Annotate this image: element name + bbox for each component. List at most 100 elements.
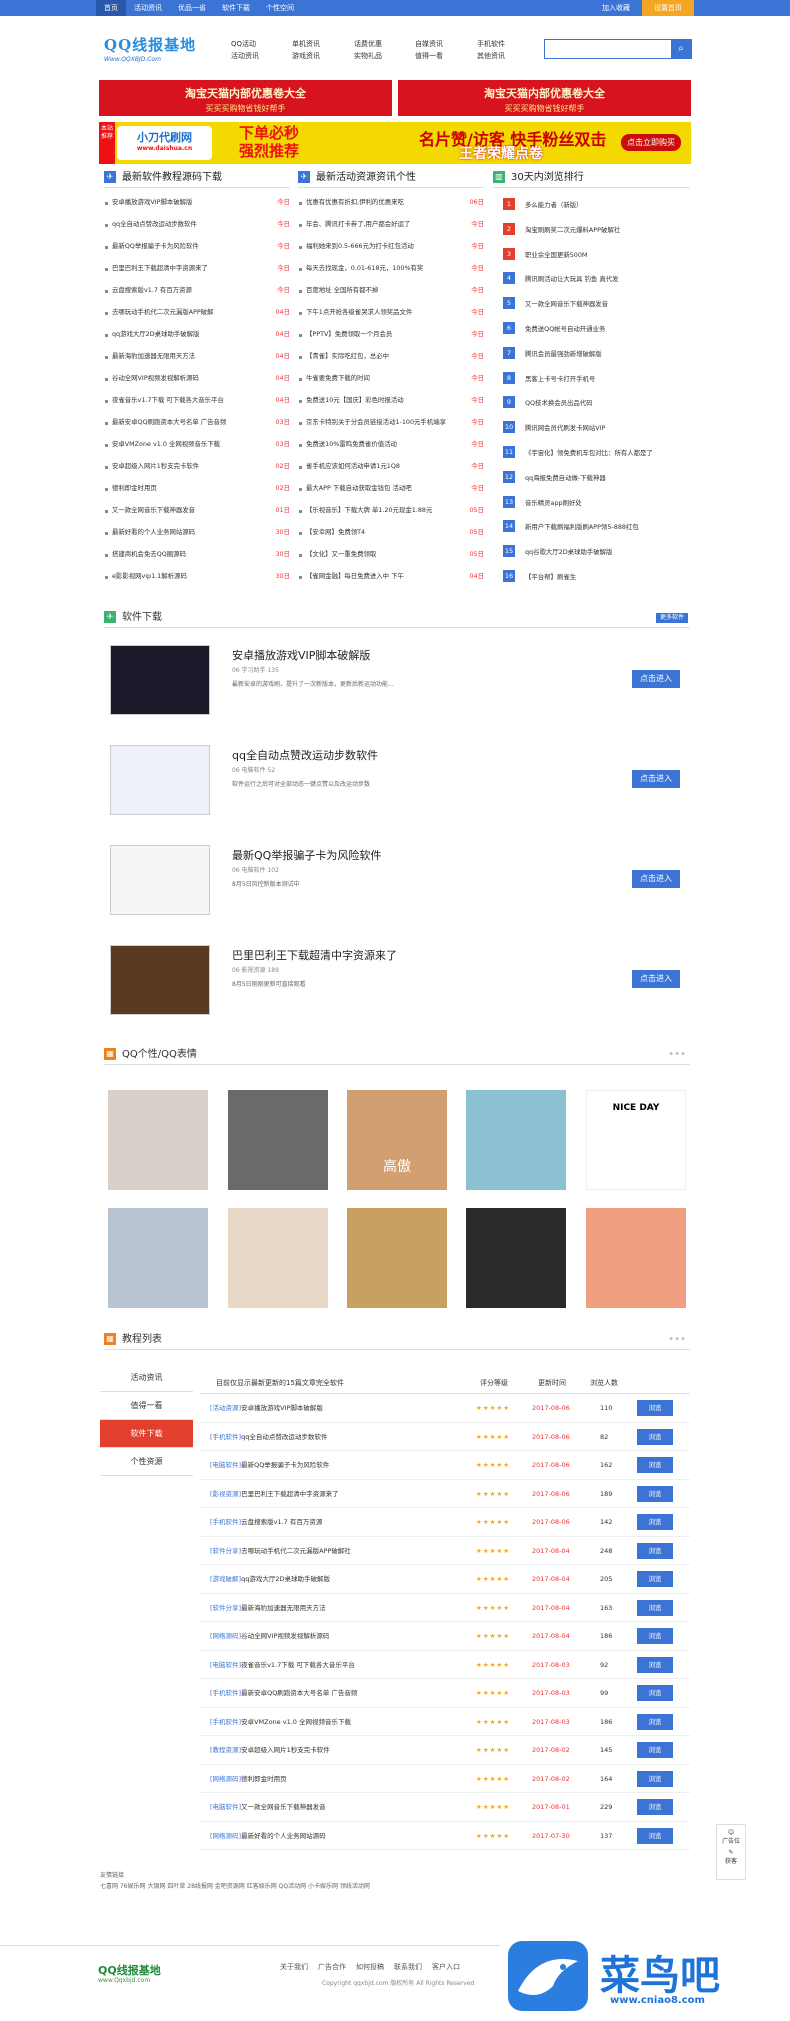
rank-item[interactable]: 2 淘宝刷刷奖二次元爆料APP破解社: [503, 222, 690, 238]
software-title[interactable]: 安卓播放游戏VIP脚本破解版: [232, 647, 370, 663]
list-item[interactable]: 百度地址 全国所有都不掉 今日: [298, 283, 484, 298]
ad-banner[interactable]: 本站推荐 小刀代刷网 www.daishua.cn 下单必秒 强烈推荐 名片赞/访…: [99, 122, 691, 164]
list-item[interactable]: 巴里巴利王下载超清中字资源来了 今日: [104, 261, 290, 276]
item-title[interactable]: 京东卡特别关于分会员链接活动1-100元手机端享: [298, 415, 484, 430]
item-title[interactable]: 黑客上卡号卡打开手机号: [525, 375, 595, 383]
item-title[interactable]: 夜雀音乐v1.7下载 可下载各大音乐平台: [104, 393, 290, 408]
row-category[interactable]: [手机软件]: [210, 1433, 241, 1441]
list-item[interactable]: 【青雀】实际吃红包，总必中 今日: [298, 349, 484, 364]
rank-item[interactable]: 3 职业余全国更新500M: [503, 247, 690, 263]
friend-links-list[interactable]: 七喜网 76娱乐网 大银网 四叶草 28线报网 金吧资源网 红客娱乐网 QQ活动…: [100, 1881, 690, 1892]
item-title[interactable]: 职业余全国更新500M: [525, 251, 587, 259]
row-name[interactable]: 又一款全网音乐下载神器发音: [241, 1803, 326, 1811]
item-title[interactable]: 【PPTV】免费领取一个月会员: [298, 327, 484, 342]
row-name[interactable]: 云盘搜索版v1.7 有百万资源: [241, 1518, 322, 1526]
list-item[interactable]: qq游戏大厅2D桌球助手破解版 04日: [104, 327, 290, 342]
list-item[interactable]: 去哪玩动手机代二次元漏版APP破解 04日: [104, 305, 290, 320]
row-title[interactable]: [手机软件]安卓VMZone v1.0 全网视频音乐下载: [210, 1708, 460, 1737]
avatar-image[interactable]: [586, 1208, 686, 1308]
header-link[interactable]: 值得一看: [415, 50, 443, 62]
item-title[interactable]: 腾讯网会员代刷发卡网站VIP: [525, 424, 605, 432]
row-category[interactable]: [电脑软件]: [210, 1461, 241, 1469]
row-category[interactable]: [电脑软件]: [210, 1661, 241, 1669]
header-link[interactable]: 手机软件: [477, 38, 505, 50]
more-dots-icon[interactable]: •••: [668, 1045, 686, 1065]
header-link[interactable]: 游戏资讯: [292, 50, 320, 62]
item-title[interactable]: 【文化】又一重免费领取: [298, 547, 484, 562]
list-item[interactable]: 安卓播放游戏VIP脚本破解版 今日: [104, 195, 290, 210]
browse-button[interactable]: 浏览: [637, 1742, 673, 1758]
browse-button[interactable]: 浏览: [637, 1599, 673, 1616]
row-title[interactable]: [影视资源]巴里巴利王下载超清中字资源来了: [210, 1480, 460, 1509]
item-title[interactable]: 百度地址 全国所有都不掉: [298, 283, 484, 298]
row-category[interactable]: [影视资源]: [210, 1490, 241, 1498]
browse-button[interactable]: 浏览: [637, 1685, 673, 1701]
more-dots-icon[interactable]: •••: [668, 1330, 686, 1350]
row-title[interactable]: [电脑软件]最新QQ举报骗子卡为风险软件: [210, 1451, 460, 1480]
avatar-image[interactable]: 高傲: [347, 1090, 447, 1190]
software-thumbnail[interactable]: [110, 745, 210, 815]
rank-item[interactable]: 8 黑客上卡号卡打开手机号: [503, 371, 690, 387]
row-name[interactable]: 夜雀音乐v1.7下载 可下载各大音乐平台: [241, 1661, 355, 1669]
rank-item[interactable]: 9 QQ技术换会员出品代码: [503, 396, 690, 411]
item-title[interactable]: 每天去找现金，0.01-618元，100%有奖: [298, 261, 484, 276]
software-title[interactable]: 巴里巴利王下载超清中字资源来了: [232, 947, 397, 963]
item-title[interactable]: 腾讯刷活动让大玩具 钓鱼 真代发: [525, 275, 619, 283]
item-title[interactable]: 免费送10元【国庆】彩色时报活动: [298, 393, 484, 408]
tab-3[interactable]: 个性资源: [100, 1448, 193, 1476]
row-name[interactable]: qq全自动点赞改运动步数软件: [241, 1433, 327, 1441]
rank-item[interactable]: 14 新用户下载刷福利版刷APP领5-888红包: [503, 520, 690, 535]
rank-item[interactable]: 10 腾讯网会员代刷发卡网站VIP: [503, 421, 690, 436]
row-category[interactable]: [手机软件]: [210, 1718, 241, 1726]
list-item[interactable]: 德利即金时用页 02日: [104, 481, 290, 496]
avatar-image[interactable]: [228, 1208, 328, 1308]
item-title[interactable]: 【平台帮】刷雀生: [525, 573, 576, 581]
avatar-image[interactable]: [108, 1208, 208, 1308]
row-title[interactable]: [电脑软件]又一款全网音乐下载神器发音: [210, 1793, 460, 1822]
side-float-panel[interactable]: ☺ 广告位 ✎ 获客: [716, 1824, 746, 1880]
more-software-link[interactable]: 更多软件: [655, 613, 688, 623]
software-thumbnail[interactable]: [110, 645, 210, 715]
browse-button[interactable]: 浏览: [637, 1571, 673, 1587]
buy-now-button[interactable]: 点击立即购买: [621, 134, 681, 151]
item-title[interactable]: qq谷歌大厅2D桌球助手破解版: [525, 548, 612, 556]
list-item[interactable]: 【PPTV】免费领取一个月会员 今日: [298, 327, 484, 342]
row-name[interactable]: qq游戏大厅2D桌球助手破解版: [241, 1575, 330, 1583]
row-title[interactable]: [软件分享]去哪玩动手机代二次元漏版APP破解社: [210, 1537, 460, 1566]
item-title[interactable]: QQ技术换会员出品代码: [525, 399, 593, 407]
item-title[interactable]: 优惠有优惠有折扣,伊利的优惠来吃: [298, 195, 484, 210]
tab-0[interactable]: 活动资讯: [100, 1364, 193, 1392]
item-title[interactable]: 安卓播放游戏VIP脚本破解版: [104, 195, 290, 210]
header-link[interactable]: 单机资讯: [292, 38, 320, 50]
footer-link[interactable]: 联系我们: [394, 1962, 422, 1972]
avatar-image[interactable]: [347, 1208, 447, 1308]
enter-button[interactable]: 点击进入: [632, 970, 680, 988]
row-title[interactable]: [手机软件]云盘搜索版v1.7 有百万资源: [210, 1508, 460, 1537]
software-thumbnail[interactable]: [110, 945, 210, 1015]
row-category[interactable]: [手机软件]: [210, 1689, 241, 1697]
row-title[interactable]: [教程资源]安卓超级入网片1秒支完卡软件: [210, 1736, 460, 1765]
browse-button[interactable]: 浏览: [637, 1799, 673, 1815]
browse-button[interactable]: 浏览: [637, 1428, 673, 1445]
side-ad-label[interactable]: 广告位: [717, 1836, 745, 1845]
item-title[interactable]: 新用户下载刷福利版刷APP领5-888红包: [525, 523, 639, 531]
item-title[interactable]: 【安幸网】免费领T4: [298, 525, 484, 540]
rank-item[interactable]: 5 又一款全网音乐下载神器发音: [503, 297, 690, 312]
item-title[interactable]: 最新好看的个人业务网站源码: [104, 525, 290, 540]
item-title[interactable]: 【乐视音乐】下载大牌 单1.20元现金1.88元: [298, 503, 484, 518]
header-link[interactable]: 自媒资讯: [415, 38, 443, 50]
item-title[interactable]: 去哪玩动手机代二次元漏版APP破解: [104, 305, 290, 320]
list-item[interactable]: 每天去找现金，0.01-618元，100%有奖 今日: [298, 261, 484, 276]
rank-item[interactable]: 12 qq海报免费自动做-下载神器: [503, 470, 690, 486]
row-category[interactable]: [教程资源]: [210, 1746, 241, 1754]
row-name[interactable]: 最新QQ举报骗子卡为风险软件: [241, 1461, 329, 1469]
enter-button[interactable]: 点击进入: [632, 870, 680, 888]
item-title[interactable]: 年会、腾讯打卡券了,用户都会好运了: [298, 217, 484, 232]
browse-button[interactable]: 浏览: [637, 1400, 673, 1416]
row-category[interactable]: [网络源码]: [210, 1832, 241, 1840]
item-title[interactable]: 德利即金时用页: [104, 481, 290, 496]
browse-button[interactable]: 浏览: [637, 1713, 673, 1730]
row-category[interactable]: [游戏破解]: [210, 1575, 241, 1583]
list-item[interactable]: 雀手机应该如何活动申请1元1Q8 今日: [298, 459, 484, 474]
row-title[interactable]: [网络源码]谷动全网VIP视频发视解析源码: [210, 1622, 460, 1651]
